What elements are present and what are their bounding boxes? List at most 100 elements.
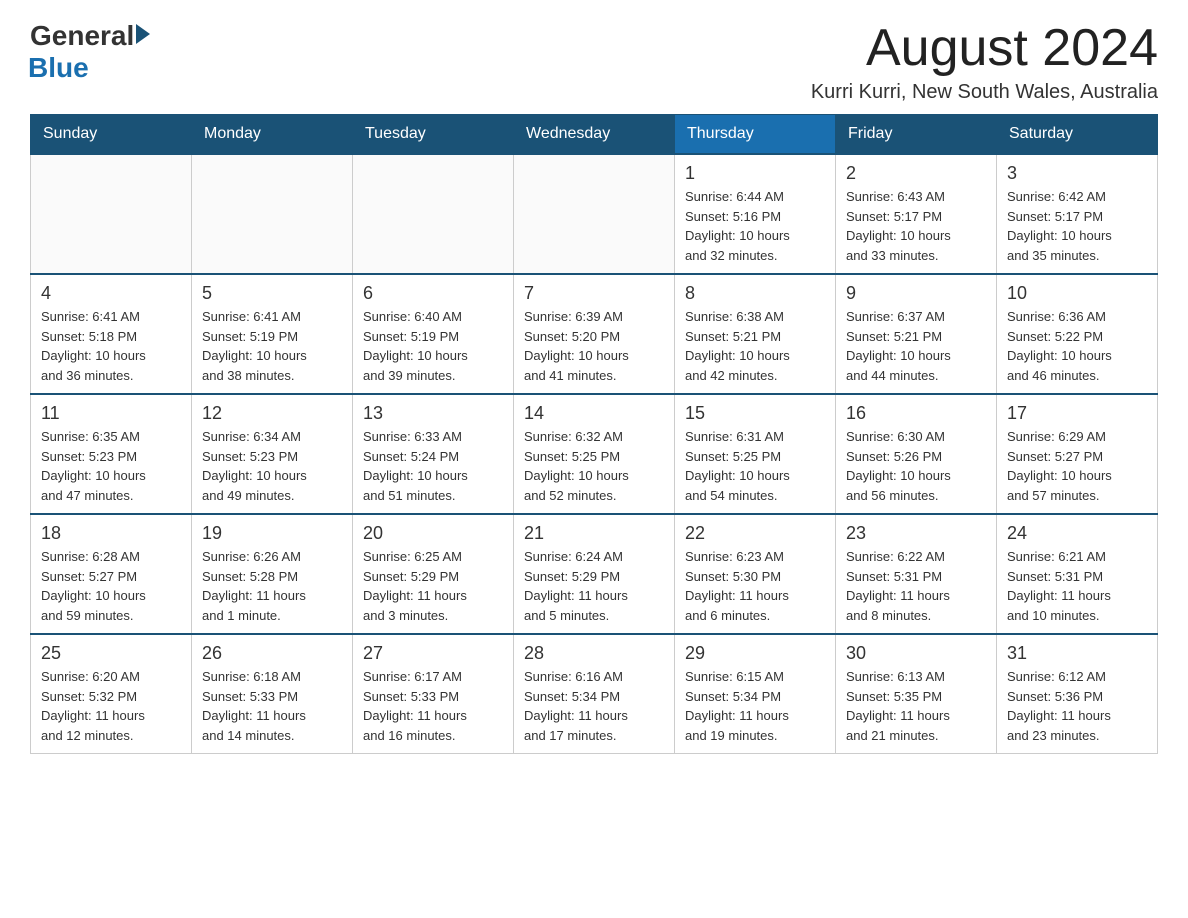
calendar-cell-w2-d6: 9Sunrise: 6:37 AM Sunset: 5:21 PM Daylig… (836, 274, 997, 394)
day-number: 17 (1007, 403, 1147, 424)
calendar-week-5: 25Sunrise: 6:20 AM Sunset: 5:32 PM Dayli… (31, 634, 1158, 754)
day-number: 1 (685, 163, 825, 184)
day-number: 29 (685, 643, 825, 664)
day-info: Sunrise: 6:35 AM Sunset: 5:23 PM Dayligh… (41, 427, 181, 505)
day-info: Sunrise: 6:25 AM Sunset: 5:29 PM Dayligh… (363, 547, 503, 625)
day-info: Sunrise: 6:30 AM Sunset: 5:26 PM Dayligh… (846, 427, 986, 505)
day-number: 12 (202, 403, 342, 424)
calendar-cell-w2-d3: 6 Sunrise: 6:40 AM Sunset: 5:19 PM Daylig… (353, 274, 514, 394)
day-info: Sunrise: 6:18 AM Sunset: 5:33 PM Dayligh… (202, 667, 342, 745)
calendar-cell-w1-d7: 3 Sunrise: 6:42 AM Sunset: 5:17 PM Daylig… (997, 154, 1158, 274)
calendar-week-3: 11Sunrise: 6:35 AM Sunset: 5:23 PM Dayli… (31, 394, 1158, 514)
calendar-cell-w4-d3: 20 Sunrise: 6:25 AM Sunset: 5:29 PM Dayli… (353, 514, 514, 634)
day-info: Sunrise: 6:21 AM Sunset: 5:31 PM Dayligh… (1007, 547, 1147, 625)
day-number: 5 (202, 283, 342, 304)
day-info: Sunrise: 6:41 AM Sunset: 5:18 PM Dayligh… (41, 307, 181, 385)
calendar-cell-w4-d5: 22 Sunrise: 6:23 AM Sunset: 5:30 PM Dayli… (675, 514, 836, 634)
day-number: 10 (1007, 283, 1147, 304)
title-area: August 2024 Kurri Kurri, New South Wales… (811, 20, 1158, 104)
day-number: 8 (685, 283, 825, 304)
day-info: Sunrise: 6:22 AM Sunset: 5:31 PM Dayligh… (846, 547, 986, 625)
day-number: 28 (524, 643, 664, 664)
day-number: 3 (1007, 163, 1147, 184)
calendar-cell-w5-d6: 30 Sunrise: 6:13 AM Sunset: 5:35 PM Dayli… (836, 634, 997, 754)
day-number: 4 (41, 283, 181, 304)
calendar-week-2: 4 Sunrise: 6:41 AM Sunset: 5:18 PM Daylig… (31, 274, 1158, 394)
day-number: 20 (363, 523, 503, 544)
day-info: Sunrise: 6:15 AM Sunset: 5:34 PM Dayligh… (685, 667, 825, 745)
day-number: 16 (846, 403, 986, 424)
day-info: Sunrise: 6:43 AM Sunset: 5:17 PM Dayligh… (846, 187, 986, 265)
calendar-cell-w3-d3: 13 Sunrise: 6:33 AM Sunset: 5:24 PM Dayli… (353, 394, 514, 514)
day-info: Sunrise: 6:42 AM Sunset: 5:17 PM Dayligh… (1007, 187, 1147, 265)
calendar-cell-w3-d4: 14Sunrise: 6:32 AM Sunset: 5:25 PM Dayli… (514, 394, 675, 514)
calendar-cell-w1-d2 (192, 154, 353, 274)
day-number: 13 (363, 403, 503, 424)
day-number: 27 (363, 643, 503, 664)
calendar-header-row: Sunday Monday Tuesday Wednesday Thursday… (31, 115, 1158, 155)
day-number: 15 (685, 403, 825, 424)
calendar-cell-w5-d2: 26 Sunrise: 6:18 AM Sunset: 5:33 PM Dayli… (192, 634, 353, 754)
logo-blue-text: Blue (28, 52, 89, 84)
logo-arrow-icon (136, 24, 150, 44)
calendar-week-1: 1 Sunrise: 6:44 AM Sunset: 5:16 PM Daylig… (31, 154, 1158, 274)
calendar-cell-w1-d1 (31, 154, 192, 274)
calendar-cell-w2-d2: 5 Sunrise: 6:41 AM Sunset: 5:19 PM Daylig… (192, 274, 353, 394)
day-info: Sunrise: 6:40 AM Sunset: 5:19 PM Dayligh… (363, 307, 503, 385)
calendar-cell-w1-d5: 1 Sunrise: 6:44 AM Sunset: 5:16 PM Daylig… (675, 154, 836, 274)
day-number: 6 (363, 283, 503, 304)
day-number: 23 (846, 523, 986, 544)
day-number: 22 (685, 523, 825, 544)
day-info: Sunrise: 6:41 AM Sunset: 5:19 PM Dayligh… (202, 307, 342, 385)
day-number: 26 (202, 643, 342, 664)
day-number: 31 (1007, 643, 1147, 664)
header-monday: Monday (192, 115, 353, 155)
day-info: Sunrise: 6:13 AM Sunset: 5:35 PM Dayligh… (846, 667, 986, 745)
page-header: General Blue August 2024 Kurri Kurri, Ne… (30, 20, 1158, 104)
day-number: 30 (846, 643, 986, 664)
calendar-cell-w3-d1: 11Sunrise: 6:35 AM Sunset: 5:23 PM Dayli… (31, 394, 192, 514)
calendar-cell-w3-d6: 16 Sunrise: 6:30 AM Sunset: 5:26 PM Dayli… (836, 394, 997, 514)
day-info: Sunrise: 6:44 AM Sunset: 5:16 PM Dayligh… (685, 187, 825, 265)
calendar-cell-w3-d2: 12 Sunrise: 6:34 AM Sunset: 5:23 PM Dayli… (192, 394, 353, 514)
day-number: 25 (41, 643, 181, 664)
calendar-cell-w1-d3 (353, 154, 514, 274)
calendar-cell-w2-d4: 7Sunrise: 6:39 AM Sunset: 5:20 PM Daylig… (514, 274, 675, 394)
calendar-cell-w5-d5: 29 Sunrise: 6:15 AM Sunset: 5:34 PM Dayli… (675, 634, 836, 754)
header-sunday: Sunday (31, 115, 192, 155)
day-info: Sunrise: 6:28 AM Sunset: 5:27 PM Dayligh… (41, 547, 181, 625)
day-info: Sunrise: 6:38 AM Sunset: 5:21 PM Dayligh… (685, 307, 825, 385)
calendar-cell-w5-d4: 28 Sunrise: 6:16 AM Sunset: 5:34 PM Dayli… (514, 634, 675, 754)
calendar-cell-w2-d5: 8 Sunrise: 6:38 AM Sunset: 5:21 PM Daylig… (675, 274, 836, 394)
calendar-table: Sunday Monday Tuesday Wednesday Thursday… (30, 114, 1158, 754)
calendar-cell-w2-d1: 4 Sunrise: 6:41 AM Sunset: 5:18 PM Daylig… (31, 274, 192, 394)
day-info: Sunrise: 6:24 AM Sunset: 5:29 PM Dayligh… (524, 547, 664, 625)
calendar-cell-w1-d4 (514, 154, 675, 274)
header-friday: Friday (836, 115, 997, 155)
month-title: August 2024 (811, 20, 1158, 77)
day-info: Sunrise: 6:34 AM Sunset: 5:23 PM Dayligh… (202, 427, 342, 505)
location-subtitle: Kurri Kurri, New South Wales, Australia (811, 81, 1158, 104)
logo-general-text: General (30, 20, 134, 52)
day-info: Sunrise: 6:33 AM Sunset: 5:24 PM Dayligh… (363, 427, 503, 505)
day-info: Sunrise: 6:37 AM Sunset: 5:21 PM Dayligh… (846, 307, 986, 385)
day-info: Sunrise: 6:17 AM Sunset: 5:33 PM Dayligh… (363, 667, 503, 745)
day-info: Sunrise: 6:23 AM Sunset: 5:30 PM Dayligh… (685, 547, 825, 625)
calendar-cell-w3-d5: 15Sunrise: 6:31 AM Sunset: 5:25 PM Dayli… (675, 394, 836, 514)
calendar-cell-w5-d3: 27 Sunrise: 6:17 AM Sunset: 5:33 PM Dayli… (353, 634, 514, 754)
day-info: Sunrise: 6:12 AM Sunset: 5:36 PM Dayligh… (1007, 667, 1147, 745)
day-info: Sunrise: 6:16 AM Sunset: 5:34 PM Dayligh… (524, 667, 664, 745)
calendar-cell-w4-d2: 19Sunrise: 6:26 AM Sunset: 5:28 PM Dayli… (192, 514, 353, 634)
day-number: 2 (846, 163, 986, 184)
day-number: 14 (524, 403, 664, 424)
header-thursday: Thursday (675, 115, 836, 155)
header-saturday: Saturday (997, 115, 1158, 155)
day-number: 7 (524, 283, 664, 304)
calendar-cell-w5-d7: 31 Sunrise: 6:12 AM Sunset: 5:36 PM Dayli… (997, 634, 1158, 754)
calendar-cell-w1-d6: 2 Sunrise: 6:43 AM Sunset: 5:17 PM Daylig… (836, 154, 997, 274)
day-number: 21 (524, 523, 664, 544)
day-number: 18 (41, 523, 181, 544)
calendar-cell-w4-d6: 23 Sunrise: 6:22 AM Sunset: 5:31 PM Dayli… (836, 514, 997, 634)
calendar-cell-w4-d7: 24 Sunrise: 6:21 AM Sunset: 5:31 PM Dayli… (997, 514, 1158, 634)
day-number: 24 (1007, 523, 1147, 544)
